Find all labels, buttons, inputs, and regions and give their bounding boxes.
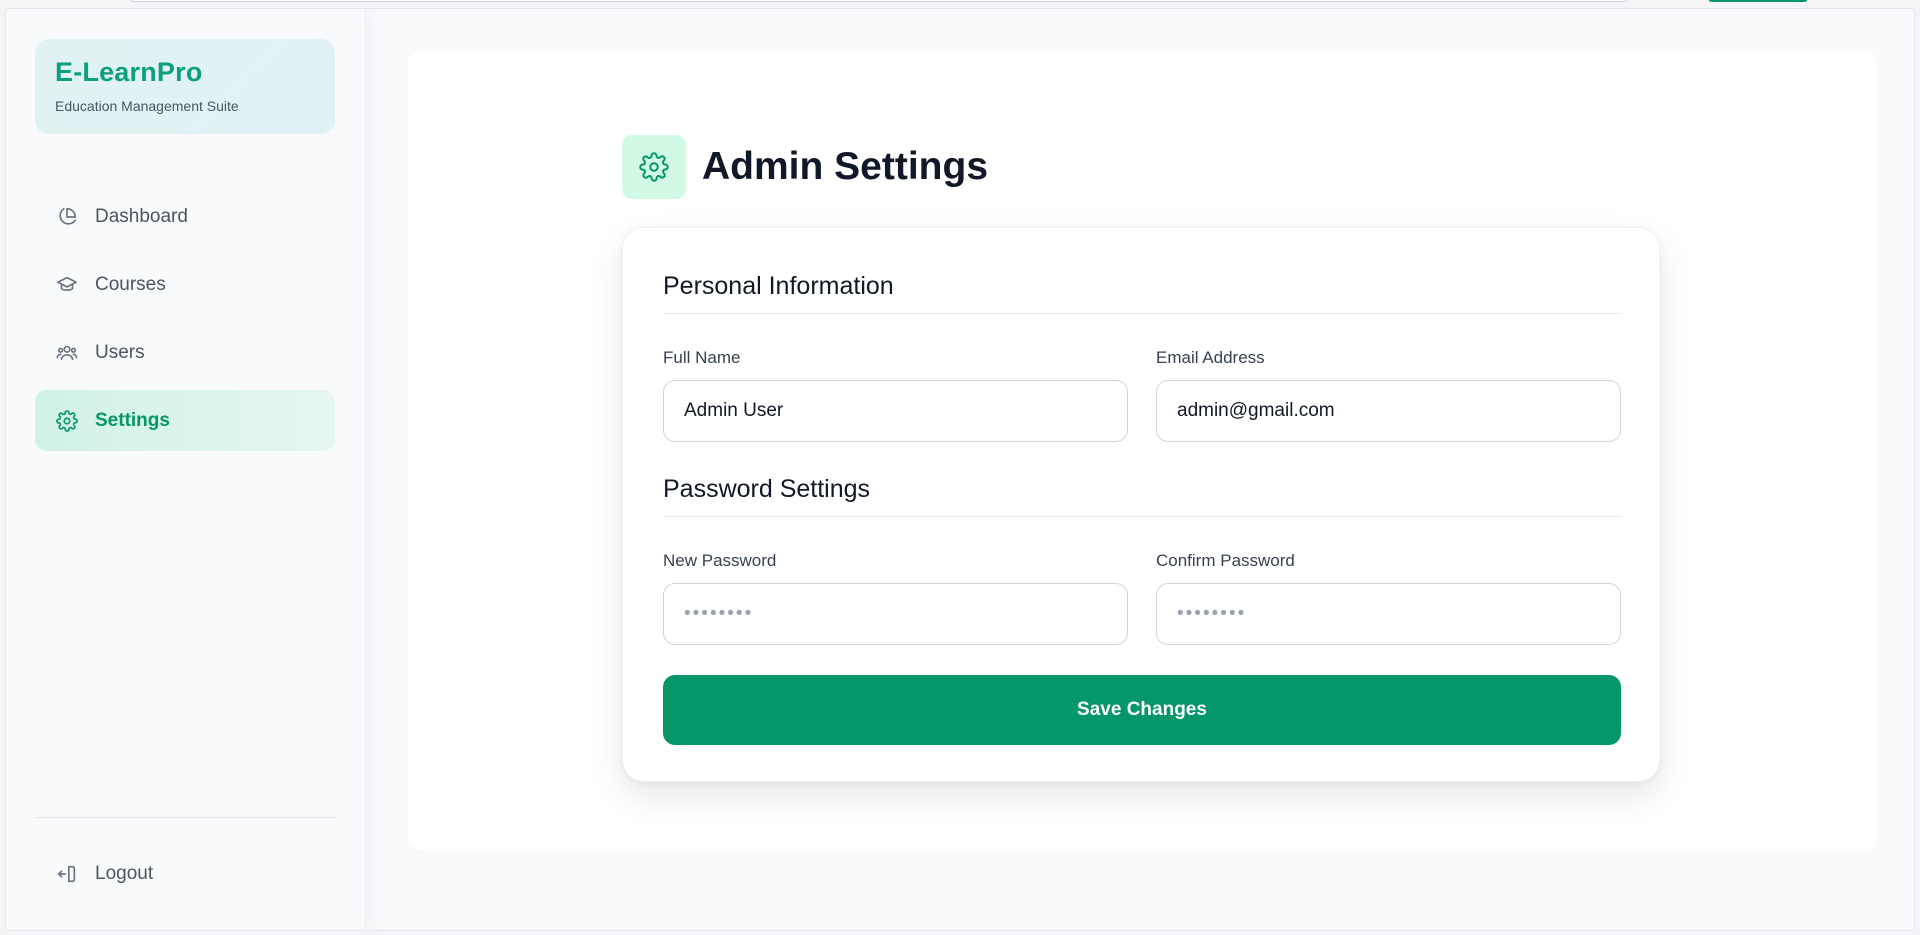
users-icon [55, 341, 79, 365]
email-input[interactable] [1156, 380, 1621, 442]
brand-title: E-LearnPro [55, 57, 203, 87]
sidebar-item-label: Dashboard [95, 205, 188, 227]
gear-icon [622, 135, 686, 200]
logout-icon [55, 862, 79, 886]
brand-subtitle: Education Management Suite [55, 98, 239, 114]
new-password-label: New Password [663, 551, 777, 570]
page-header: Admin Settings [622, 119, 988, 215]
brand-card: E-LearnPro Education Management Suite [35, 39, 335, 134]
logout-button[interactable]: Logout [35, 849, 335, 899]
address-bar[interactable] [130, 0, 1628, 2]
gear-icon [55, 409, 79, 433]
email-label: Email Address [1156, 348, 1265, 367]
full-name-input[interactable] [663, 380, 1128, 442]
top-action-button[interactable] [1708, 0, 1808, 2]
confirm-password-label: Confirm Password [1156, 551, 1295, 570]
main-panel: Admin Settings Personal Information Full… [408, 49, 1876, 851]
email-field-group: Email Address [1156, 348, 1621, 442]
password-fields-row: New Password Confirm Password [663, 551, 1621, 645]
sidebar-item-settings[interactable]: Settings [35, 390, 335, 451]
sidebar-item-label: Settings [95, 409, 170, 431]
logout-label: Logout [95, 863, 154, 884]
sidebar-item-label: Courses [95, 273, 166, 295]
sidebar: E-LearnPro Education Management Suite Da… [6, 9, 366, 930]
full-name-field-group: Full Name [663, 348, 1128, 442]
sidebar-item-users[interactable]: Users [35, 322, 335, 383]
graduation-cap-icon [55, 273, 79, 297]
pie-chart-icon [55, 205, 79, 229]
sidebar-divider [35, 817, 335, 818]
settings-form-card: Personal Information Full Name Email Add… [622, 227, 1660, 782]
section-title-personal: Personal Information [663, 272, 1621, 314]
new-password-field-group: New Password [663, 551, 1128, 645]
browser-top-strip [0, 0, 1920, 8]
confirm-password-field-group: Confirm Password [1156, 551, 1621, 645]
section-title-password: Password Settings [663, 475, 1621, 517]
sidebar-nav: Dashboard Courses Users Settings [35, 186, 335, 458]
sidebar-item-dashboard[interactable]: Dashboard [35, 186, 335, 247]
save-changes-button[interactable]: Save Changes [663, 675, 1621, 745]
confirm-password-input[interactable] [1156, 583, 1621, 645]
page-title: Admin Settings [702, 145, 989, 189]
sidebar-item-label: Users [95, 341, 145, 363]
personal-fields-row: Full Name Email Address [663, 348, 1621, 442]
sidebar-item-courses[interactable]: Courses [35, 254, 335, 315]
new-password-input[interactable] [663, 583, 1128, 645]
app-window: E-LearnPro Education Management Suite Da… [5, 8, 1915, 931]
full-name-label: Full Name [663, 348, 741, 367]
